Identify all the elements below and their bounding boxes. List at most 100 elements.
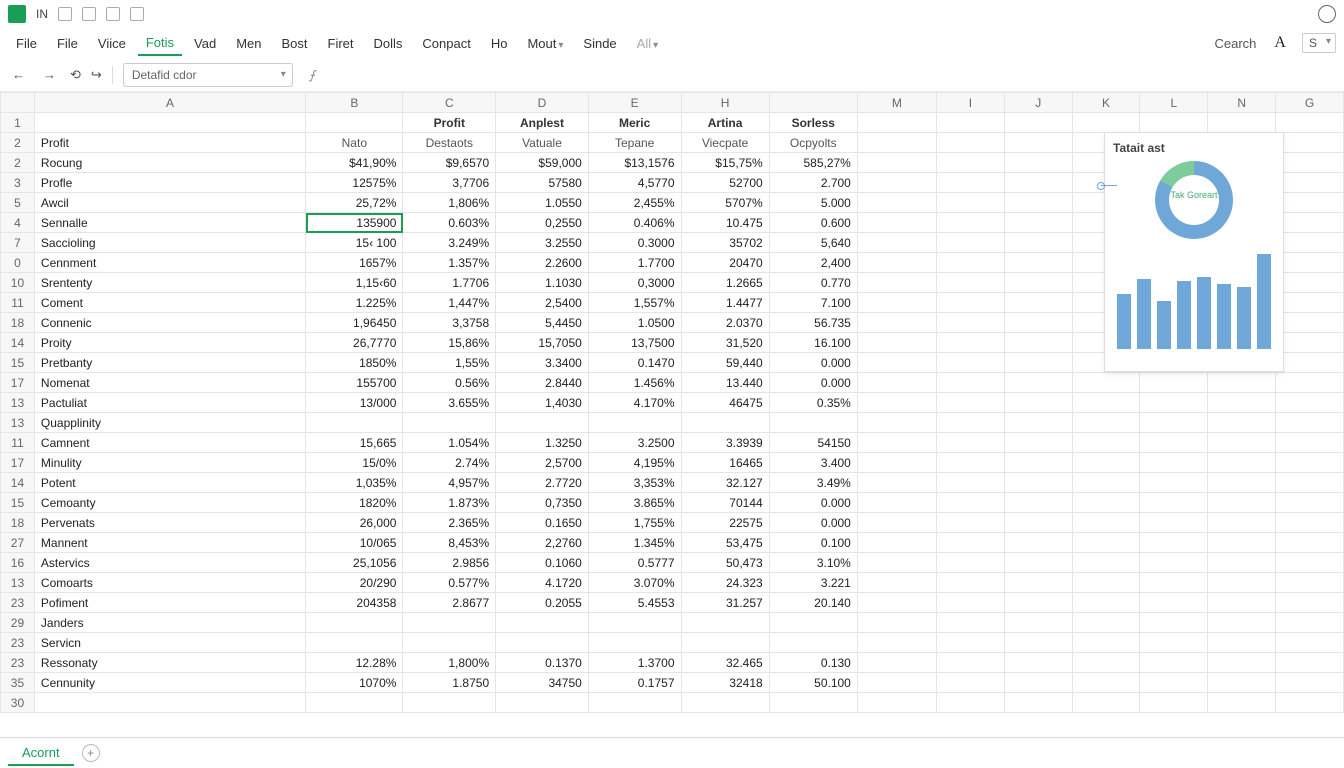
cell[interactable]: 20470 [681, 253, 769, 273]
cell[interactable]: 2.74% [403, 453, 496, 473]
back-button[interactable]: ← [8, 65, 29, 84]
cell[interactable] [496, 633, 589, 653]
cell[interactable]: 2.8677 [403, 593, 496, 613]
cell[interactable]: 1,55% [403, 353, 496, 373]
cell[interactable]: 135900 [306, 213, 403, 233]
cell[interactable]: 1,755% [588, 513, 681, 533]
cell[interactable]: 1.345% [588, 533, 681, 553]
cell[interactable]: Ocpyolts [769, 133, 857, 153]
cell[interactable]: 155700 [306, 373, 403, 393]
cell[interactable]: Coment [34, 293, 305, 313]
cell[interactable]: 2,400 [769, 253, 857, 273]
cell[interactable]: 2.2600 [496, 253, 589, 273]
cell[interactable]: 0.1650 [496, 513, 589, 533]
cell[interactable]: Vatuale [496, 133, 589, 153]
cell[interactable]: Minulity [34, 453, 305, 473]
cell[interactable]: 16.100 [769, 333, 857, 353]
cell[interactable]: 4,957% [403, 473, 496, 493]
cell[interactable]: Sennalle [34, 213, 305, 233]
cell[interactable] [588, 613, 681, 633]
cell[interactable] [769, 693, 857, 713]
cell[interactable]: 1.456% [588, 373, 681, 393]
cell[interactable]: 1,96450 [306, 313, 403, 333]
cell[interactable]: 0.406% [588, 213, 681, 233]
cell[interactable]: 26,7770 [306, 333, 403, 353]
redo-icon[interactable]: ↪ [91, 67, 102, 83]
row-hdr[interactable]: 29 [1, 613, 35, 633]
cell[interactable]: 53,475 [681, 533, 769, 553]
chart-card[interactable]: Tatait ast Tak Goreart [1104, 132, 1284, 372]
sheet-tab-active[interactable]: Acornt [8, 741, 74, 766]
menu-dolls[interactable]: Dolls [366, 32, 411, 55]
cell[interactable]: 3.400 [769, 453, 857, 473]
cell[interactable]: 2.700 [769, 173, 857, 193]
menu-conpact[interactable]: Conpact [414, 32, 478, 55]
row-hdr[interactable]: 16 [1, 553, 35, 573]
format-letter-icon[interactable]: A [1268, 34, 1292, 52]
row-hdr[interactable]: 30 [1, 693, 35, 713]
row-hdr[interactable]: 17 [1, 373, 35, 393]
menu-fotis[interactable]: Fotis [138, 31, 182, 56]
cell[interactable]: 2.365% [403, 513, 496, 533]
menu-firet[interactable]: Firet [320, 32, 362, 55]
cell[interactable]: Profit [34, 133, 305, 153]
cell[interactable]: Quapplinity [34, 413, 305, 433]
cell[interactable]: 0.1370 [496, 653, 589, 673]
col-hdr[interactable]: N [1208, 93, 1276, 113]
menu-file1[interactable]: File [8, 32, 45, 55]
col-hdr[interactable]: C [403, 93, 496, 113]
doc-icon[interactable] [82, 7, 96, 21]
cell[interactable]: 1.7700 [588, 253, 681, 273]
cell[interactable]: Viecpate [681, 133, 769, 153]
row-hdr[interactable]: 23 [1, 653, 35, 673]
menu-bost[interactable]: Bost [274, 32, 316, 55]
cell[interactable]: Nomenat [34, 373, 305, 393]
cell[interactable]: Comoarts [34, 573, 305, 593]
cell[interactable] [496, 613, 589, 633]
cell[interactable]: 1.2665 [681, 273, 769, 293]
cell[interactable]: 4.170% [588, 393, 681, 413]
cell[interactable]: 1.8750 [403, 673, 496, 693]
cell[interactable]: 3.2550 [496, 233, 589, 253]
col-hdr[interactable]: G [1276, 93, 1344, 113]
cell[interactable]: 5,640 [769, 233, 857, 253]
cell[interactable] [681, 633, 769, 653]
cell[interactable]: Sorless [769, 113, 857, 133]
col-hdr[interactable]: A [34, 93, 305, 113]
cell[interactable]: 0.600 [769, 213, 857, 233]
row-hdr[interactable]: 14 [1, 473, 35, 493]
cell[interactable]: 46475 [681, 393, 769, 413]
cell[interactable]: 0.000 [769, 373, 857, 393]
name-box[interactable]: Detafid cdor [123, 63, 293, 87]
cell[interactable]: Connenic [34, 313, 305, 333]
cell[interactable]: 10.475 [681, 213, 769, 233]
cell[interactable]: 12575% [306, 173, 403, 193]
col-hdr[interactable]: J [1004, 93, 1072, 113]
row-hdr[interactable]: 3 [1, 173, 35, 193]
user-avatar-icon[interactable] [1318, 5, 1336, 23]
cell[interactable]: Profit [403, 113, 496, 133]
cell[interactable]: 3.221 [769, 573, 857, 593]
cell[interactable]: 16465 [681, 453, 769, 473]
cell[interactable]: 1,806% [403, 193, 496, 213]
cell[interactable]: 0.000 [769, 493, 857, 513]
cell[interactable]: $9,6570 [403, 153, 496, 173]
menu-all[interactable]: All▾ [629, 32, 666, 55]
cell[interactable]: 0,7350 [496, 493, 589, 513]
cell[interactable]: 20/290 [306, 573, 403, 593]
row-hdr[interactable]: 35 [1, 673, 35, 693]
cell[interactable]: Janders [34, 613, 305, 633]
row-hdr[interactable]: 13 [1, 413, 35, 433]
cell[interactable]: Pervenats [34, 513, 305, 533]
cell[interactable]: 52700 [681, 173, 769, 193]
col-hdr[interactable]: M [857, 93, 936, 113]
cell[interactable]: 1.3700 [588, 653, 681, 673]
cell[interactable] [306, 613, 403, 633]
row-hdr[interactable]: 13 [1, 573, 35, 593]
cell[interactable] [681, 693, 769, 713]
cell[interactable]: 2,5700 [496, 453, 589, 473]
cell[interactable] [496, 413, 589, 433]
cell[interactable]: 0.000 [769, 353, 857, 373]
cell[interactable]: Saccioling [34, 233, 305, 253]
cell[interactable] [769, 633, 857, 653]
